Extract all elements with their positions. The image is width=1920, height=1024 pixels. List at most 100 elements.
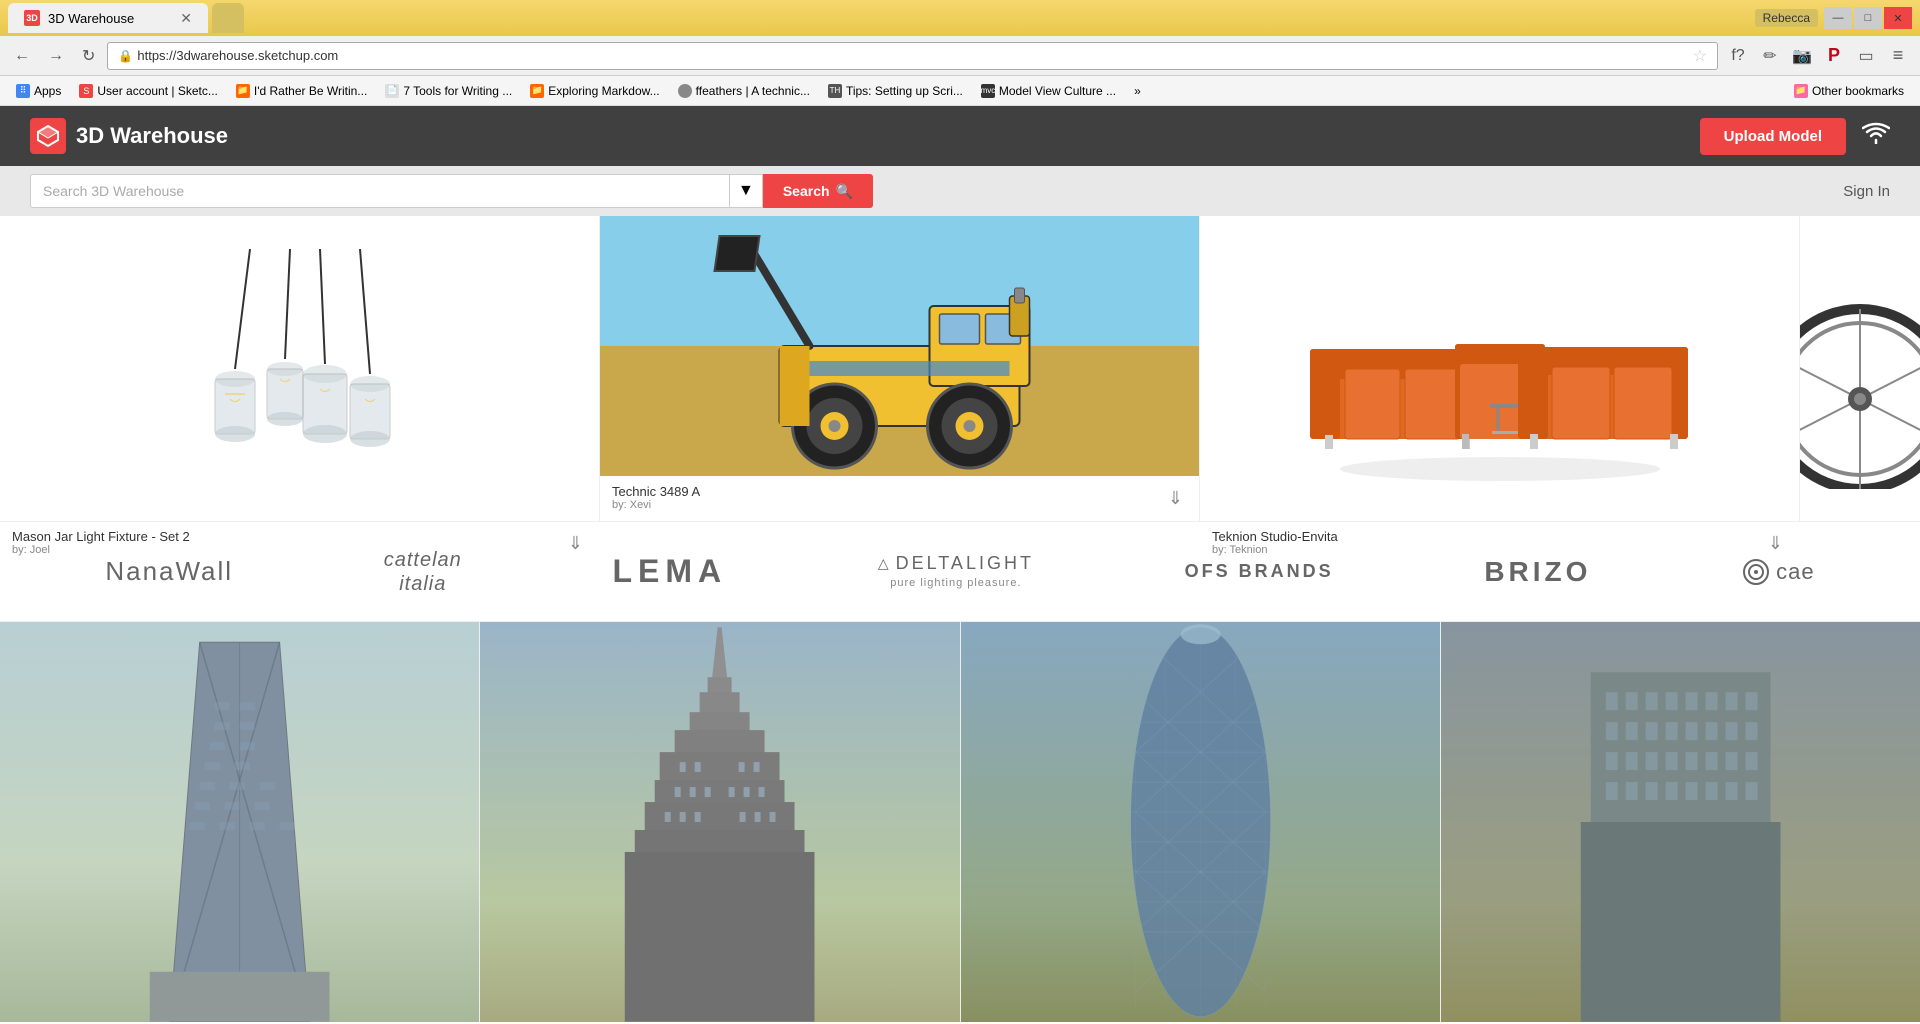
- product-title-mason-jar: Mason Jar Light Fixture - Set 2: [12, 529, 190, 544]
- download-button-teknion[interactable]: ⇓: [1764, 529, 1787, 558]
- bookmark-other-label: Other bookmarks: [1812, 84, 1904, 98]
- building-bg-1: [0, 622, 479, 1022]
- product-info-teknion: Teknion Studio-Envita by: Teknion ⇓: [1200, 521, 1799, 566]
- product-item-teknion[interactable]: Teknion Studio-Envita by: Teknion ⇓: [1200, 216, 1800, 521]
- product-author-technic: by: Xevi: [612, 499, 700, 511]
- product-image-mason-jar: [0, 216, 599, 521]
- brand-deltalight[interactable]: △ DELTALIGHT pure lighting pleasure.: [878, 551, 1034, 592]
- screen-icon[interactable]: ▭: [1852, 42, 1880, 70]
- brand-lema[interactable]: LEMA: [612, 553, 727, 590]
- download-button-mason-jar[interactable]: ⇓: [564, 529, 587, 558]
- product-item-bike[interactable]: 1898 De by: ram076 ⇓: [1800, 216, 1920, 521]
- buildings-grid: [0, 622, 1920, 1022]
- inactive-tab[interactable]: [212, 3, 244, 33]
- search-placeholder: Search 3D Warehouse: [43, 183, 184, 199]
- bookmarks-bar: ⠿ Apps S User account | Sketc... 📁 I'd R…: [0, 76, 1920, 106]
- user-label: Rebecca: [1755, 9, 1818, 27]
- site-logo[interactable]: 3D Warehouse: [30, 118, 228, 154]
- sign-in-link[interactable]: Sign In: [1843, 183, 1890, 200]
- browser-titlebar: 3D 3D Warehouse ✕ Rebecca — □ ✕: [0, 0, 1920, 36]
- product-item-technic[interactable]: Technic 3489 A by: Xevi ⇓: [600, 216, 1200, 521]
- lock-icon: 🔒: [118, 49, 133, 63]
- bookmark-user-account-label: User account | Sketc...: [97, 84, 218, 98]
- tab-favicon: 3D: [24, 10, 40, 26]
- search-bar: Search 3D Warehouse ▼ Search 🔍 Sign In: [0, 166, 1920, 216]
- bookmark-apps[interactable]: ⠿ Apps: [8, 82, 69, 100]
- tab-close-button[interactable]: ✕: [180, 10, 192, 27]
- bookmark-exploring[interactable]: 📁 Exploring Markdow...: [522, 82, 667, 100]
- bookmark-mvc-label: Model View Culture ...: [999, 84, 1116, 98]
- eyedropper-icon[interactable]: ✏: [1756, 42, 1784, 70]
- bookmark-id-rather-label: I'd Rather Be Writin...: [254, 84, 367, 98]
- building-item-4[interactable]: [1441, 622, 1920, 1022]
- bookmark-user-account[interactable]: S User account | Sketc...: [71, 82, 226, 100]
- url-bar[interactable]: 🔒 https://3dwarehouse.sketchup.com ☆: [107, 42, 1718, 70]
- wifi-icon: [1862, 122, 1890, 150]
- search-button[interactable]: Search 🔍: [763, 174, 873, 208]
- tips-favicon: TH: [828, 84, 842, 98]
- product-title-teknion: Teknion Studio-Envita: [1212, 529, 1338, 544]
- bookmark-apps-label: Apps: [34, 84, 61, 98]
- search-input-wrap: Search 3D Warehouse: [30, 174, 730, 208]
- url-text: https://3dwarehouse.sketchup.com: [137, 48, 338, 63]
- site-logo-text: 3D Warehouse: [76, 123, 228, 149]
- close-button[interactable]: ✕: [1884, 7, 1912, 29]
- product-image-bike: [1800, 216, 1920, 521]
- building-item-1[interactable]: [0, 622, 480, 1022]
- 7-tools-favicon: 📄: [385, 84, 399, 98]
- camera-icon[interactable]: 📷: [1788, 42, 1816, 70]
- window-controls: Rebecca — □ ✕: [1755, 7, 1912, 29]
- building-bg-4: [1441, 622, 1920, 1022]
- close-icon: ✕: [1893, 12, 1902, 25]
- pinterest-icon[interactable]: P: [1820, 42, 1848, 70]
- toolbar-icons: f? ✏ 📷 P ▭ ≡: [1724, 42, 1912, 70]
- id-rather-favicon: 📁: [236, 84, 250, 98]
- bookmark-more[interactable]: »: [1126, 82, 1149, 100]
- bookmark-mvc[interactable]: mvc Model View Culture ...: [973, 82, 1124, 100]
- building-bg-3: [961, 622, 1440, 1022]
- menu-icon[interactable]: ≡: [1884, 42, 1912, 70]
- bookmark-id-rather[interactable]: 📁 I'd Rather Be Writin...: [228, 82, 375, 100]
- active-tab[interactable]: 3D 3D Warehouse ✕: [8, 3, 208, 33]
- mvc-favicon: mvc: [981, 84, 995, 98]
- sketchup-favicon: S: [79, 84, 93, 98]
- product-author-mason-jar: by: Joel: [12, 544, 190, 556]
- product-author-teknion: by: Teknion: [1212, 544, 1338, 556]
- minimize-icon: —: [1833, 12, 1844, 24]
- bookmark-ffeathers-label: ffeathers | A technic...: [696, 84, 810, 98]
- back-button[interactable]: ←: [8, 45, 36, 67]
- building-bg-2: [480, 622, 959, 1022]
- bookmark-ffeathers[interactable]: ffeathers | A technic...: [670, 82, 818, 100]
- ffeathers-favicon: [678, 84, 692, 98]
- product-item-mason-jar[interactable]: Mason Jar Light Fixture - Set 2 by: Joel…: [0, 216, 600, 521]
- minimize-button[interactable]: —: [1824, 7, 1852, 29]
- download-button-technic[interactable]: ⇓: [1164, 484, 1187, 513]
- maximize-button[interactable]: □: [1854, 7, 1882, 29]
- forward-button[interactable]: →: [42, 45, 70, 67]
- building-item-2[interactable]: [480, 622, 960, 1022]
- apps-favicon: ⠿: [16, 84, 30, 98]
- product-info-mason-jar: Mason Jar Light Fixture - Set 2 by: Joel…: [0, 521, 599, 566]
- search-dropdown[interactable]: ▼: [730, 174, 763, 208]
- search-icon: 🔍: [836, 183, 853, 200]
- building-item-3[interactable]: [961, 622, 1441, 1022]
- site-header: 3D Warehouse Upload Model: [0, 106, 1920, 166]
- chevron-down-icon: ▼: [738, 182, 754, 200]
- product-image-technic: [600, 216, 1199, 476]
- tab-title: 3D Warehouse: [48, 11, 134, 26]
- bookmark-other[interactable]: 📁 Other bookmarks: [1786, 82, 1912, 100]
- logo-icon: [30, 118, 66, 154]
- other-favicon: 📁: [1794, 84, 1808, 98]
- maximize-icon: □: [1865, 12, 1872, 24]
- search-button-label: Search: [783, 183, 830, 199]
- address-bar: ← → ↻ 🔒 https://3dwarehouse.sketchup.com…: [0, 36, 1920, 76]
- font-icon[interactable]: f?: [1724, 42, 1752, 70]
- star-icon: ☆: [1693, 46, 1707, 66]
- bookmark-tips[interactable]: TH Tips: Setting up Scri...: [820, 82, 971, 100]
- product-title-technic: Technic 3489 A: [612, 484, 700, 499]
- reload-button[interactable]: ↻: [76, 44, 101, 68]
- exploring-favicon: 📁: [530, 84, 544, 98]
- upload-model-button[interactable]: Upload Model: [1700, 118, 1846, 155]
- bookmark-7-tools[interactable]: 📄 7 Tools for Writing ...: [377, 82, 520, 100]
- bookmark-exploring-label: Exploring Markdow...: [548, 84, 659, 98]
